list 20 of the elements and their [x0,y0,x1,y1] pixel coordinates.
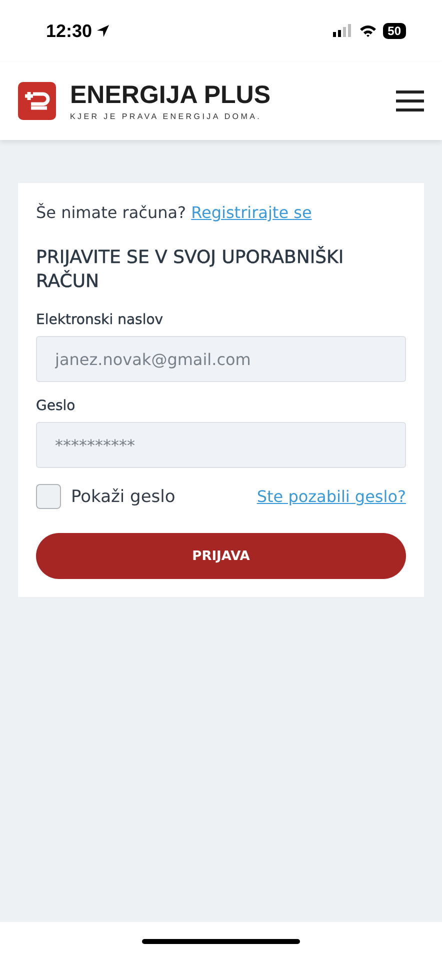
tagline: KJER JE PRAVA ENERGIJA DOMA. [70,112,263,121]
field-label: Geslo [36,398,76,414]
forgot-password-link[interactable]: Ste pozabili geslo? [256,487,406,506]
input-field[interactable]: janez.novak@gmail.com [36,336,406,382]
logo-icon [18,82,56,120]
register-link[interactable]: Registrirajte se [191,203,312,222]
battery-indicator: 50 [382,23,406,39]
location-arrow-icon [96,24,110,38]
field-label: Elektronski naslov [36,312,164,328]
brand-name: ENERGIJA PLUS [70,81,271,109]
login-button[interactable]: PRIJAVA [36,533,406,579]
signal-icon [332,24,353,38]
register-prompt: Še nimate računa? Registrirajte se [36,203,313,222]
menu-icon[interactable] [396,90,424,112]
clock-time: 12:30 [46,20,92,42]
checkbox-label: Pokaži geslo [71,486,176,506]
login-title: PRIJAVITE SE V SVOJ UPORABNIŠKI RAČUN [36,246,345,294]
wifi-icon [358,24,377,38]
checkbox[interactable] [36,484,61,509]
input-field[interactable]: ********** [36,422,406,468]
